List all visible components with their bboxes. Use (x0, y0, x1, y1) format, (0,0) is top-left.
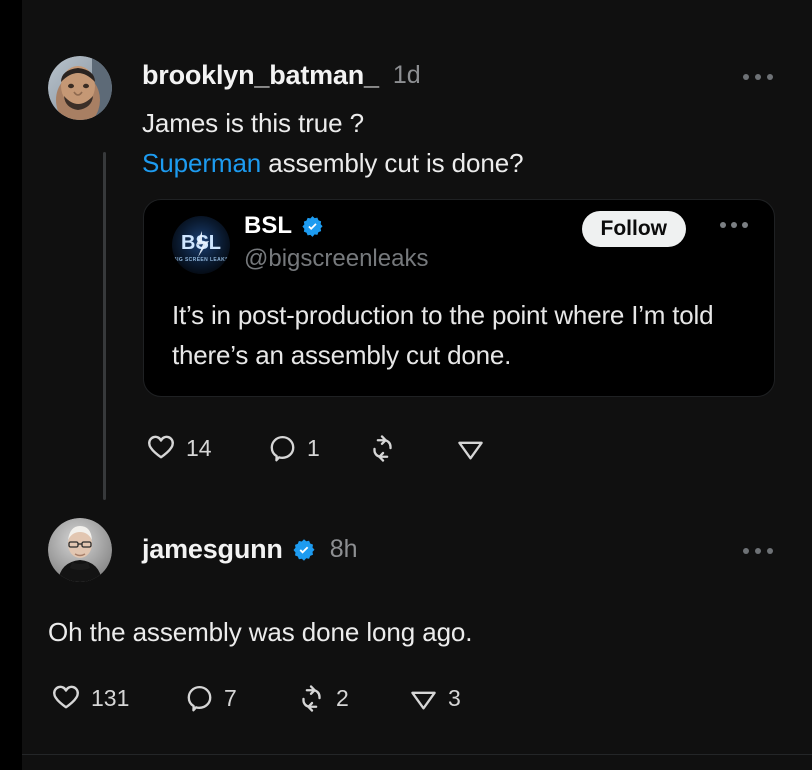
post-header-brooklyn-batman[interactable]: brooklyn_batman_ 1d (142, 60, 421, 91)
post-body-line: Oh the assembly was done long ago. (48, 612, 748, 652)
dot-icon (731, 222, 737, 228)
repost-count: 2 (336, 684, 349, 711)
post-action-bar: 14 1 (145, 432, 495, 464)
avatar-brooklyn-batman[interactable] (48, 56, 112, 120)
quoted-post-author[interactable]: BSL (244, 212, 324, 240)
post-text-segment: Oh the assembly was done long ago. (48, 617, 473, 647)
dot-icon (742, 222, 748, 228)
comment-icon (267, 433, 298, 464)
post-more-button[interactable] (743, 548, 773, 554)
share-action[interactable]: 3 (408, 683, 461, 714)
svg-text:BIG SCREEN LEAKS: BIG SCREEN LEAKS (173, 257, 229, 263)
dot-icon (767, 74, 773, 80)
post-username[interactable]: brooklyn_batman_ (142, 60, 379, 91)
app-root: brooklyn_batman_ 1d James is this true ?… (0, 0, 812, 770)
repost-action[interactable]: 2 (296, 683, 408, 714)
share-count: 3 (448, 684, 461, 711)
heart-icon (50, 682, 82, 714)
post-action-bar: 131 7 2 3 (50, 682, 461, 714)
superman-link[interactable]: Superman (142, 148, 261, 178)
verified-badge-icon (292, 538, 316, 562)
reply-count: 7 (224, 684, 237, 711)
post-username[interactable]: jamesgunn (142, 534, 283, 565)
share-action[interactable] (455, 433, 495, 464)
dot-icon (767, 548, 773, 554)
avatar-bigscreenleaks[interactable]: BSL BIG SCREEN LEAKS (172, 216, 230, 274)
follow-button[interactable]: Follow (581, 211, 686, 247)
avatar-jamesgunn[interactable] (48, 518, 112, 582)
post-body-line: James is this true ? (142, 103, 762, 143)
share-icon (408, 683, 439, 714)
post-body-line: Superman assembly cut is done? (142, 143, 762, 183)
quoted-post-more-button[interactable] (720, 222, 748, 228)
reply-action[interactable]: 1 (267, 433, 367, 464)
repost-icon (296, 683, 327, 714)
heart-icon (145, 432, 177, 464)
quoted-author-name: BSL (244, 212, 292, 239)
quoted-post-text: It’s in post-production to the point whe… (172, 300, 714, 370)
feed-divider (22, 754, 812, 755)
dot-icon (755, 548, 761, 554)
reply-action[interactable]: 7 (184, 683, 296, 714)
post-feed: brooklyn_batman_ 1d James is this true ?… (22, 0, 812, 770)
post-header-jamesgunn[interactable]: jamesgunn 8h (142, 534, 358, 565)
like-action[interactable]: 131 (50, 682, 184, 714)
comment-icon (184, 683, 215, 714)
post-body-text: Oh the assembly was done long ago. (48, 612, 748, 652)
like-count: 14 (186, 434, 212, 461)
post-timestamp: 8h (329, 535, 358, 563)
repost-icon (367, 433, 398, 464)
like-action[interactable]: 14 (145, 432, 267, 464)
quoted-post-card[interactable]: BSL BIG SCREEN LEAKS BSL (143, 199, 775, 397)
post-body-text: James is this true ? Superman assembly c… (142, 103, 762, 183)
quoted-author-handle: @bigscreenleaks (244, 245, 429, 272)
repost-action[interactable] (367, 433, 455, 464)
post-text-segment: assembly cut is done? (261, 148, 524, 178)
dot-icon (743, 74, 749, 80)
dot-icon (720, 222, 726, 228)
thread-connector-line (103, 152, 106, 500)
post-timestamp: 1d (392, 61, 421, 89)
post-text-segment: James is this true ? (142, 108, 364, 138)
share-icon (455, 433, 486, 464)
reply-count: 1 (307, 434, 320, 461)
dot-icon (755, 74, 761, 80)
post-more-button[interactable] (743, 74, 773, 80)
verified-badge-icon (301, 215, 324, 238)
like-count: 131 (91, 684, 130, 711)
dot-icon (743, 548, 749, 554)
